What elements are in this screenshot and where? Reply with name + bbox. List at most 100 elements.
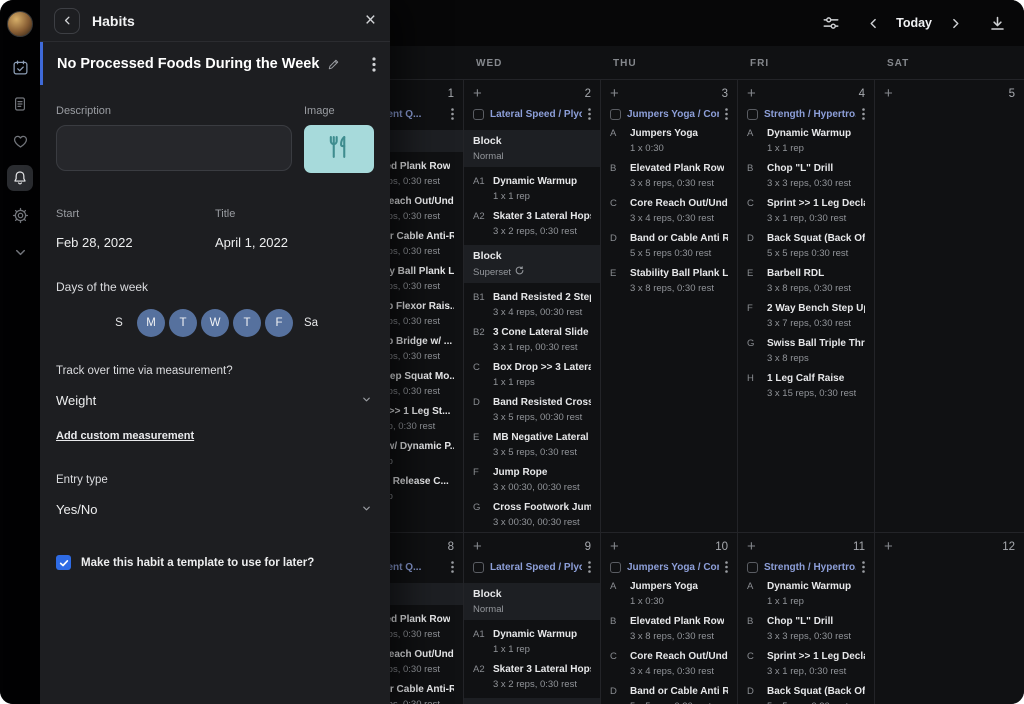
block-row[interactable]: BlockNormal [464,130,600,167]
exercise-row[interactable]: A1Dynamic Warmup1 x 1 rep [473,175,591,202]
workout-title[interactable]: Jumpers Yoga / Core [627,562,719,573]
kebab-menu-icon[interactable] [588,561,591,573]
day-of-week-toggle[interactable]: Sa [297,309,325,337]
workout-checkbox[interactable] [747,562,758,573]
workout-title[interactable]: Lateral Speed / Plyo [490,562,582,573]
workout-title[interactable]: Lateral Speed / Plyo [490,109,582,120]
close-icon[interactable]: × [365,11,376,30]
exercise-row[interactable]: EStability Ball Plank Linear ...3 x 8 re… [610,267,728,294]
bell-icon[interactable] [7,165,33,191]
day-of-week-toggle[interactable]: W [201,309,229,337]
end-date-value[interactable]: April 1, 2022 [215,235,374,250]
exercise-row[interactable]: B23 Cone Lateral Slide3 x 1 rep, 00:30 r… [473,326,591,353]
kebab-menu-icon[interactable] [588,108,591,120]
add-item-icon[interactable]: + [747,539,756,554]
gear-icon[interactable] [7,202,33,228]
template-checkbox[interactable] [56,555,71,570]
kebab-menu-icon[interactable] [725,108,728,120]
exercise-row[interactable]: CBox Drop >> 3 Lateral H...1 x 1 reps [473,361,591,388]
kebab-menu-icon[interactable] [725,561,728,573]
day-of-week-toggle[interactable]: F [265,309,293,337]
add-custom-measurement-link[interactable]: Add custom measurement [56,430,194,442]
download-button[interactable] [984,10,1010,36]
add-item-icon[interactable]: + [473,86,482,101]
calendar-day-cell[interactable]: +2Lateral Speed / PlyoBlockNormalA1Dynam… [464,80,601,532]
day-of-week-toggle[interactable]: M [137,309,165,337]
exercise-row[interactable]: F2 Way Bench Step Up3 x 7 reps, 0:30 res… [747,302,865,329]
add-item-icon[interactable]: + [884,86,893,101]
exercise-row[interactable]: BChop "L" Drill3 x 3 reps, 0:30 rest [747,162,865,189]
day-of-week-toggle[interactable]: S [105,309,133,337]
kebab-menu-icon[interactable] [862,108,865,120]
exercise-row[interactable]: DBand or Cable Anti Rotati...5 x 5 reps … [610,232,728,259]
calendar-day-cell[interactable]: +11Strength / Hypertro...ADynamic Warmup… [738,533,875,704]
exercise-row[interactable]: BElevated Plank Row3 x 8 reps, 0:30 rest [610,162,728,189]
avatar[interactable] [7,11,33,37]
day-of-week-toggle[interactable]: T [233,309,261,337]
day-of-week-toggle[interactable]: T [169,309,197,337]
exercise-row[interactable]: GCross Footwork Jump Rope3 x 00:30, 00:3… [473,501,591,528]
exercise-row[interactable]: CSprint >> 1 Leg Declarations3 x 1 rep, … [747,650,865,677]
filter-sliders-icon[interactable] [818,10,844,36]
exercise-row[interactable]: BChop "L" Drill3 x 3 reps, 0:30 rest [747,615,865,642]
calendar-day-cell[interactable]: +12 [875,533,1024,704]
next-week-button[interactable] [942,10,968,36]
calendar-check-icon[interactable] [7,54,33,80]
exercise-row[interactable]: BElevated Plank Row3 x 8 reps, 0:30 rest [610,615,728,642]
add-item-icon[interactable]: + [473,539,482,554]
exercise-row[interactable]: DBand Resisted Crossover...3 x 5 reps, 0… [473,396,591,423]
add-item-icon[interactable]: + [884,539,893,554]
exercise-row[interactable]: CSprint >> 1 Leg Declarations3 x 1 rep, … [747,197,865,224]
add-item-icon[interactable]: + [747,86,756,101]
back-button[interactable] [54,8,80,34]
exercise-row[interactable]: A2Skater 3 Lateral Hops >> ...3 x 2 reps… [473,663,591,690]
start-date-value[interactable]: Feb 28, 2022 [56,235,215,250]
workout-checkbox[interactable] [747,109,758,120]
calendar-day-cell[interactable]: +4Strength / Hypertro...ADynamic Warmup1… [738,80,875,532]
heart-icon[interactable] [7,128,33,154]
exercise-row[interactable]: H1 Leg Calf Raise3 x 15 reps, 0:30 rest [747,372,865,399]
exercise-row[interactable]: DBack Squat (Back Off Set)5 x 5 reps 0:3… [747,685,865,704]
kebab-menu-icon[interactable] [451,108,454,120]
block-row[interactable]: BlockSuperset [464,698,600,704]
workout-title[interactable]: Strength / Hypertro... [764,562,856,573]
today-button[interactable]: Today [886,12,942,34]
workout-checkbox[interactable] [610,109,621,120]
habit-image-tile[interactable] [304,125,374,173]
workout-checkbox[interactable] [473,109,484,120]
description-input[interactable] [56,125,292,171]
exercise-row[interactable]: DBand or Cable Anti Rotati...5 x 5 reps … [610,685,728,704]
prev-week-button[interactable] [860,10,886,36]
exercise-row[interactable]: GSwiss Ball Triple Threat3 x 8 reps [747,337,865,364]
entry-type-select[interactable]: Yes/No [56,502,374,517]
exercise-row[interactable]: EMB Negative Lateral Hop...3 x 5 reps, 0… [473,431,591,458]
add-item-icon[interactable]: + [610,86,619,101]
block-row[interactable]: BlockNormal [464,583,600,620]
document-icon[interactable] [7,91,33,117]
calendar-day-cell[interactable]: +10Jumpers Yoga / CoreAJumpers Yoga1 x 0… [601,533,738,704]
template-checkbox-row[interactable]: Make this habit a template to use for la… [56,555,374,570]
exercise-row[interactable]: FJump Rope3 x 00:30, 00:30 rest [473,466,591,493]
workout-title[interactable]: Jumpers Yoga / Core [627,109,719,120]
edit-pencil-icon[interactable] [327,58,340,71]
exercise-row[interactable]: DBack Squat (Back Off Set)5 x 5 reps 0:3… [747,232,865,259]
exercise-row[interactable]: AJumpers Yoga1 x 0:30 [610,580,728,607]
exercise-row[interactable]: B1Band Resisted 2 Step Late...3 x 4 reps… [473,291,591,318]
calendar-day-cell[interactable]: +9Lateral Speed / PlyoBlockNormalA1Dynam… [464,533,601,704]
workout-title[interactable]: Strength / Hypertro... [764,109,856,120]
exercise-row[interactable]: EBarbell RDL3 x 8 reps, 0:30 rest [747,267,865,294]
workout-checkbox[interactable] [610,562,621,573]
measurement-select[interactable]: Weight [56,393,374,408]
exercise-row[interactable]: CCore Reach Out/Under3 x 4 reps, 0:30 re… [610,650,728,677]
exercise-row[interactable]: AJumpers Yoga1 x 0:30 [610,127,728,154]
exercise-row[interactable]: CCore Reach Out/Under3 x 4 reps, 0:30 re… [610,197,728,224]
workout-checkbox[interactable] [473,562,484,573]
exercise-row[interactable]: ADynamic Warmup1 x 1 rep [747,580,865,607]
kebab-menu-icon[interactable] [451,561,454,573]
kebab-menu-icon[interactable] [372,57,376,72]
exercise-row[interactable]: A1Dynamic Warmup1 x 1 rep [473,628,591,655]
calendar-day-cell[interactable]: +3Jumpers Yoga / CoreAJumpers Yoga1 x 0:… [601,80,738,532]
block-row[interactable]: BlockSuperset [464,245,600,283]
chevron-down-icon[interactable] [7,239,33,265]
calendar-day-cell[interactable]: +5 [875,80,1024,532]
